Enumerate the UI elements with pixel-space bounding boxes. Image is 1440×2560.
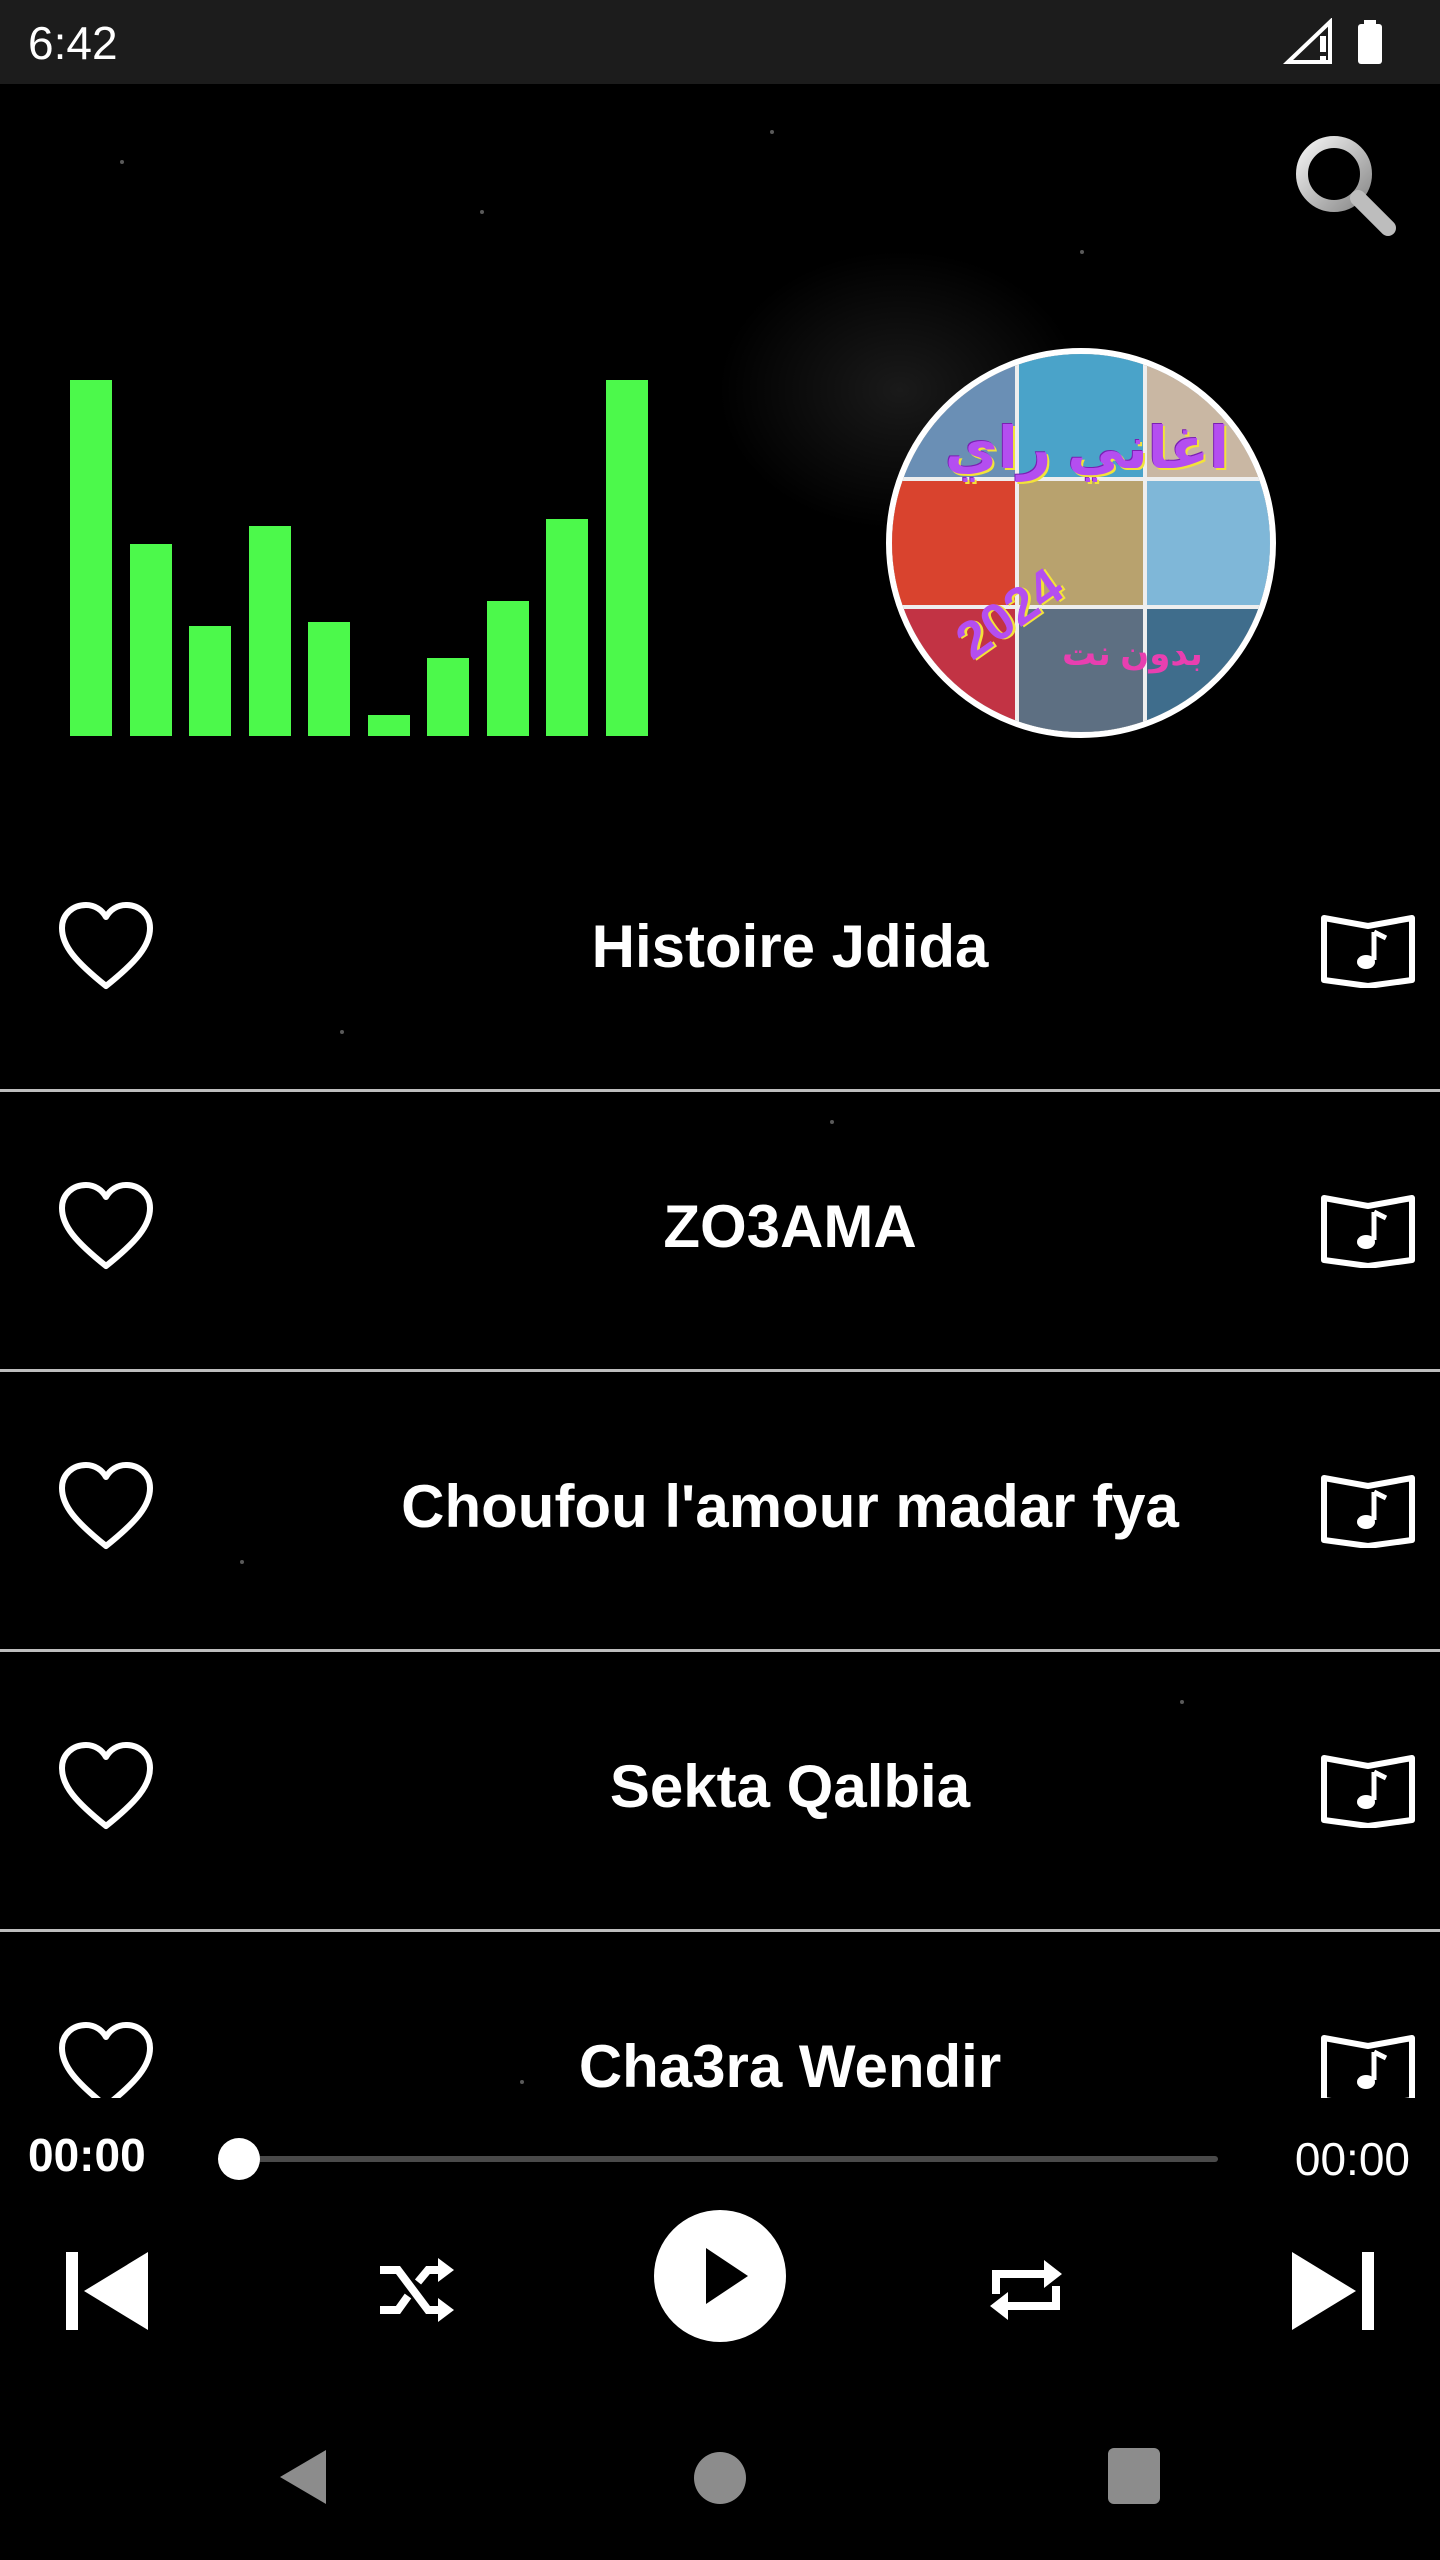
song-row[interactable]: Choufou l'amour madar fya [0, 1372, 1440, 1652]
visualizer-bar [486, 601, 529, 736]
status-time: 6:42 [28, 17, 118, 69]
shuffle-icon[interactable] [374, 2248, 458, 2332]
visualizer-bar [367, 715, 410, 736]
visualizer-bar [189, 626, 231, 736]
album-cover: اغاني راي 2024 بدون نت [886, 348, 1276, 738]
signal-icon [1283, 18, 1332, 64]
music-note-icon[interactable] [1318, 1748, 1418, 1828]
app-screen: 6:42 اغاني راي 2024 بدون نت Histoire Jdi… [0, 0, 1440, 2560]
cover-subtitle: بدون نت [1062, 635, 1203, 673]
system-nav-bar [0, 2398, 1440, 2560]
song-title[interactable]: Histoire Jdida [200, 912, 1380, 981]
back-icon[interactable] [270, 2442, 340, 2512]
seek-bar[interactable] [238, 2156, 1218, 2162]
repeat-icon[interactable] [984, 2248, 1068, 2332]
song-row[interactable]: Cha3ra Wendir [0, 1932, 1440, 2098]
cover-collage [892, 354, 1270, 732]
status-bar: 6:42 [0, 0, 1440, 84]
status-icons [1283, 18, 1382, 64]
home-icon[interactable] [694, 2452, 746, 2504]
cover-title: اغاني راي [944, 416, 1230, 481]
heart-icon[interactable] [56, 900, 156, 992]
heart-icon[interactable] [56, 1180, 156, 1272]
visualizer-bar [546, 519, 588, 736]
music-note-icon[interactable] [1318, 908, 1418, 988]
visualizer-bar [248, 526, 291, 736]
audio-visualizer [70, 380, 650, 736]
total-time: 00:00 [1294, 2133, 1410, 2185]
recents-icon[interactable] [1108, 2448, 1160, 2504]
song-title[interactable]: ZO3AMA [200, 1192, 1380, 1261]
song-row[interactable]: Sekta Qalbia [0, 1652, 1440, 1932]
song-title[interactable]: Sekta Qalbia [200, 1752, 1380, 1821]
cover-photo [1146, 481, 1270, 605]
search-icon[interactable] [1290, 130, 1400, 240]
background-star [770, 130, 774, 134]
music-note-icon[interactable] [1318, 1468, 1418, 1548]
battery-icon [1358, 20, 1382, 64]
background-star [120, 160, 124, 164]
seek-bar-thumb[interactable] [218, 2138, 260, 2180]
previous-icon[interactable] [62, 2246, 152, 2336]
song-title[interactable]: Cha3ra Wendir [200, 2032, 1380, 2098]
song-list[interactable]: Histoire Jdida ZO3AMA Choufou l'amour ma [0, 812, 1440, 2098]
song-row[interactable]: Histoire Jdida [0, 812, 1440, 1092]
next-icon[interactable] [1288, 2246, 1378, 2336]
heart-icon[interactable] [56, 1460, 156, 1552]
visualizer-bar [605, 380, 648, 736]
visualizer-bar [129, 544, 172, 736]
visualizer-bar [308, 622, 350, 736]
music-note-icon[interactable] [1318, 1188, 1418, 1268]
music-note-icon[interactable] [1318, 2028, 1418, 2098]
song-row[interactable]: ZO3AMA [0, 1092, 1440, 1372]
play-icon [706, 2248, 748, 2304]
visualizer-bar [427, 658, 469, 736]
background-star [480, 210, 484, 214]
background-star [1080, 250, 1084, 254]
heart-icon[interactable] [56, 2020, 156, 2098]
song-title[interactable]: Choufou l'amour madar fya [200, 1472, 1380, 1541]
play-button[interactable] [654, 2210, 786, 2342]
heart-icon[interactable] [56, 1740, 156, 1832]
visualizer-bar [70, 380, 112, 736]
elapsed-time: 00:00 [28, 2129, 146, 2181]
